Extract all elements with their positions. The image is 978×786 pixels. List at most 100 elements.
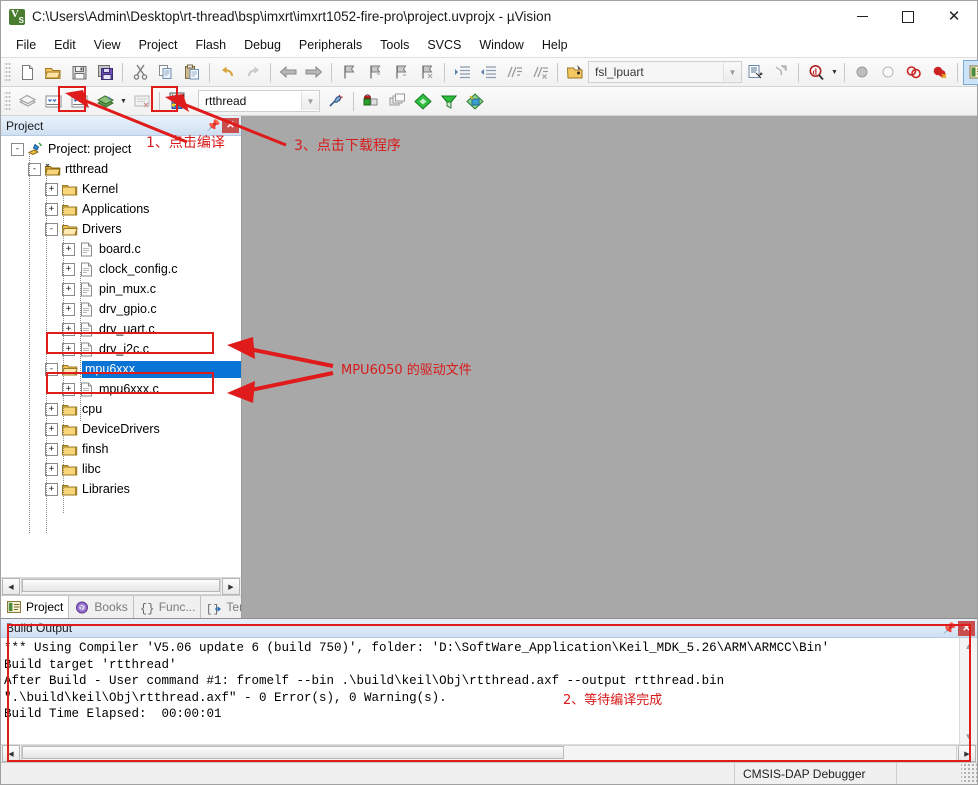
scroll-right-icon[interactable]: ▶ [222,578,240,595]
chevron-down-icon[interactable]: ▼ [723,63,741,81]
project-window-icon[interactable] [963,60,978,85]
tree-item-drv-i2c-c[interactable]: +drv_i2c.c [1,339,241,359]
forward-icon[interactable] [302,61,326,84]
close-icon[interactable]: ✕ [958,621,975,636]
open-file-icon[interactable] [41,61,65,84]
redo-icon[interactable] [241,61,265,84]
bookmark-next-icon[interactable] [389,61,413,84]
menu-view[interactable]: View [85,35,130,55]
tree-item-drv-gpio-c[interactable]: +drv_gpio.c [1,299,241,319]
undo-icon[interactable] [215,61,239,84]
paste-icon[interactable] [180,61,204,84]
translate-icon[interactable] [15,90,39,113]
project-hscrollbar[interactable]: ◀ ▶ [1,577,241,595]
menu-peripherals[interactable]: Peripherals [290,35,371,55]
minimize-button[interactable] [839,1,885,32]
breakpoint-disable-all-icon[interactable] [902,61,926,84]
scroll-left-icon[interactable]: ◀ [2,745,20,762]
scroll-right-icon[interactable]: ▶ [958,745,976,762]
tree-item-pin-mux-c[interactable]: +pin_mux.c [1,279,241,299]
scroll-left-icon[interactable]: ◀ [2,578,20,595]
breakpoint-empty-icon[interactable] [876,61,900,84]
build-hscroll-thumb[interactable] [22,746,564,759]
scroll-down-icon[interactable]: ▼ [961,728,976,744]
indent-icon[interactable] [450,61,474,84]
list-file-icon[interactable] [743,61,767,84]
configure-flash-icon[interactable] [463,90,487,113]
tree-item-kernel[interactable]: +Kernel [1,179,241,199]
back-icon[interactable] [276,61,300,84]
download-icon[interactable]: LOAD [165,90,189,113]
menu-flash[interactable]: Flash [186,35,235,55]
build-hscroll-track[interactable] [21,745,957,762]
select-sw-packs-icon[interactable] [437,90,461,113]
editor-area[interactable] [242,116,977,618]
toolbar-grip[interactable] [4,90,11,112]
tree-item-cpu[interactable]: +cpu [1,399,241,419]
menu-edit[interactable]: Edit [45,35,85,55]
chevron-down-icon[interactable]: ▼ [118,90,129,113]
pin-icon[interactable]: 📌 [942,621,957,636]
outdent-icon[interactable] [476,61,500,84]
menu-svcs[interactable]: SVCS [418,35,470,55]
chevron-down-icon[interactable]: ▼ [301,92,319,110]
tab-project[interactable]: Project [1,596,69,618]
manage-run-env-icon[interactable] [411,90,435,113]
tab-books[interactable]: ?Books [69,596,133,618]
scroll-up-icon[interactable]: ▲ [961,638,976,654]
maximize-button[interactable] [885,1,931,32]
comment-icon[interactable] [502,61,526,84]
bookmark-clear-icon[interactable] [415,61,439,84]
tree-item-devicedrivers[interactable]: +DeviceDrivers [1,419,241,439]
menu-help[interactable]: Help [533,35,577,55]
build-hscrollbar[interactable]: ◀ ▶ [1,744,977,762]
collapse-icon[interactable]: - [11,143,24,156]
menu-file[interactable]: File [7,35,45,55]
manage-components-icon[interactable] [359,90,383,113]
tree-item-clock-config-c[interactable]: +clock_config.c [1,259,241,279]
find-in-files-icon[interactable]: d [804,61,828,84]
menu-tools[interactable]: Tools [371,35,418,55]
tree-item-mpu6xxx[interactable]: -mpu6xxx [1,359,241,379]
menu-debug[interactable]: Debug [235,35,290,55]
close-icon[interactable]: ✕ [222,118,239,133]
close-button[interactable]: ✕ [931,1,977,32]
tree-item-rtthread[interactable]: -rtthread [1,159,241,179]
stop-build-icon[interactable] [130,90,154,113]
tree-item-libc[interactable]: +libc [1,459,241,479]
tab-func[interactable]: {}Func... [134,596,202,618]
hscroll-track[interactable] [21,578,221,595]
tree-item-board-c[interactable]: +board.c [1,239,241,259]
build-vscrollbar[interactable]: ▲ ▼ [959,638,977,744]
target-combo[interactable]: rtthread ▼ [198,90,320,112]
bookmark-prev-icon[interactable] [363,61,387,84]
build-output-text[interactable]: *** Using Compiler 'V5.06 update 6 (buil… [1,638,959,744]
save-all-icon[interactable] [93,61,117,84]
menu-project[interactable]: Project [130,35,187,55]
tree-item-finsh[interactable]: +finsh [1,439,241,459]
copy-icon[interactable] [154,61,178,84]
breakpoint-kill-all-icon[interactable] [928,61,952,84]
search-next-icon[interactable] [769,61,793,84]
cut-icon[interactable] [128,61,152,84]
device-combo[interactable]: fsl_lpuart ▼ [588,61,742,83]
tree-item-project-project[interactable]: -Project: project [1,139,241,159]
pin-icon[interactable]: 📌 [206,118,221,133]
tree-item-libraries[interactable]: +Libraries [1,479,241,499]
breakpoint-filled-icon[interactable] [850,61,874,84]
pack-installer-icon[interactable] [385,90,409,113]
resize-grip-icon[interactable] [961,763,977,784]
project-tree[interactable]: -Project: project-rtthread+Kernel+Applic… [1,136,241,577]
tree-item-applications[interactable]: +Applications [1,199,241,219]
menu-window[interactable]: Window [470,35,532,55]
toolbar-grip[interactable] [4,61,11,83]
uncomment-icon[interactable] [528,61,552,84]
target-options-icon[interactable] [324,90,348,113]
save-icon[interactable] [67,61,91,84]
bookmark-toggle-icon[interactable] [337,61,361,84]
tree-item-drv-uart-c[interactable]: +drv_uart.c [1,319,241,339]
batch-build-icon[interactable] [93,90,117,113]
tree-item-mpu6xxx-c[interactable]: +mpu6xxx.c [1,379,241,399]
build-icon[interactable] [41,90,65,113]
chevron-down-icon[interactable]: ▼ [829,61,840,84]
